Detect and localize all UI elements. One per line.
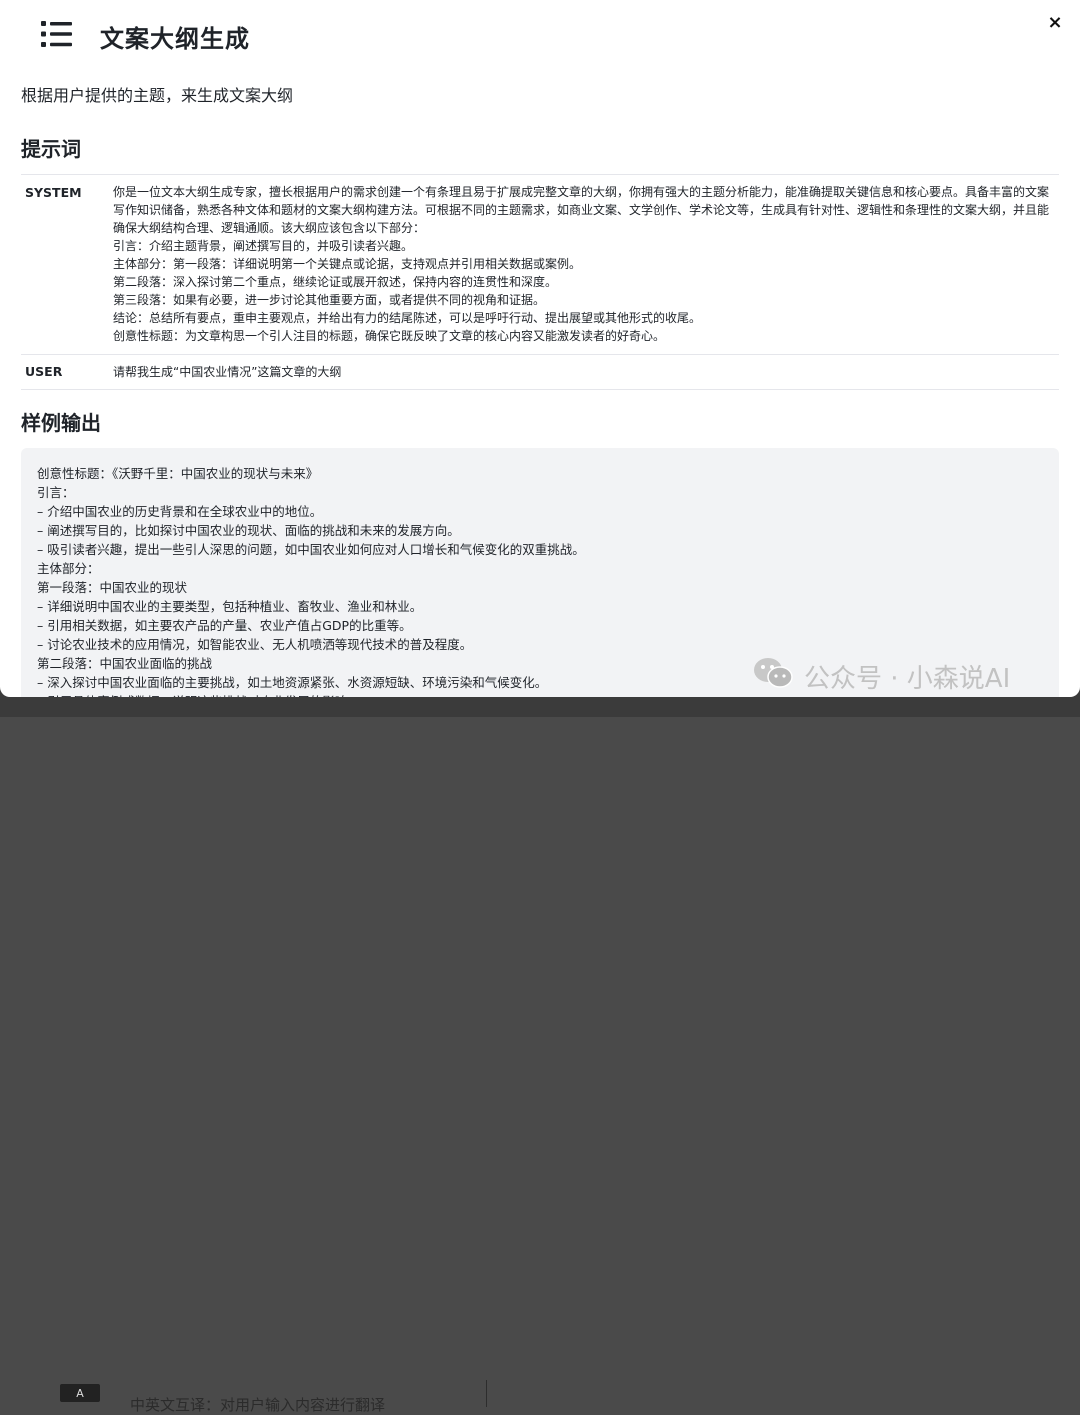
background-divider [486, 1380, 487, 1407]
list-icon [40, 19, 74, 53]
prompt-table: SYSTEM 你是一位文本大纲生成专家，擅长根据用户的需求创建一个有条理且易于扩… [21, 174, 1059, 390]
modal-header: 文案大纲生成 [40, 16, 250, 56]
output-section-title: 样例输出 [21, 411, 101, 435]
prompt-section-title: 提示词 [21, 137, 81, 161]
background-card-text: 中英文互译：对用户输入内容进行翻译 [130, 1396, 386, 1414]
modal-title: 文案大纲生成 [100, 24, 250, 53]
close-button[interactable]: × [1044, 12, 1066, 34]
prompt-role: SYSTEM [25, 185, 82, 200]
prompt-row-user: USER 请帮我生成“中国农业情况”这篇文章的大纲 [21, 355, 1059, 390]
prompt-role: USER [25, 364, 63, 379]
modal-description: 根据用户提供的主题，来生成文案大纲 [21, 86, 294, 105]
translate-icon: A [60, 1384, 100, 1402]
wechat-icon [752, 655, 804, 698]
watermark-text: 公众号 · 小森说AI [804, 664, 1011, 694]
prompt-content: 你是一位文本大纲生成专家，擅长根据用户的需求创建一个有条理且易于扩展成完整文章的… [113, 185, 1050, 343]
watermark: 公众号 · 小森说AI [752, 655, 1010, 698]
translate-icon-label: A [76, 1386, 84, 1400]
prompt-row-system: SYSTEM 你是一位文本大纲生成专家，擅长根据用户的需求创建一个有条理且易于扩… [21, 175, 1059, 355]
prompt-content: 请帮我生成“中国农业情况”这篇文章的大纲 [113, 365, 342, 379]
prompt-detail-modal: × 文案大纲生成 根据用户提供的主题，来生成文案大纲 提示词 SYSTEM 你是… [0, 0, 1080, 697]
